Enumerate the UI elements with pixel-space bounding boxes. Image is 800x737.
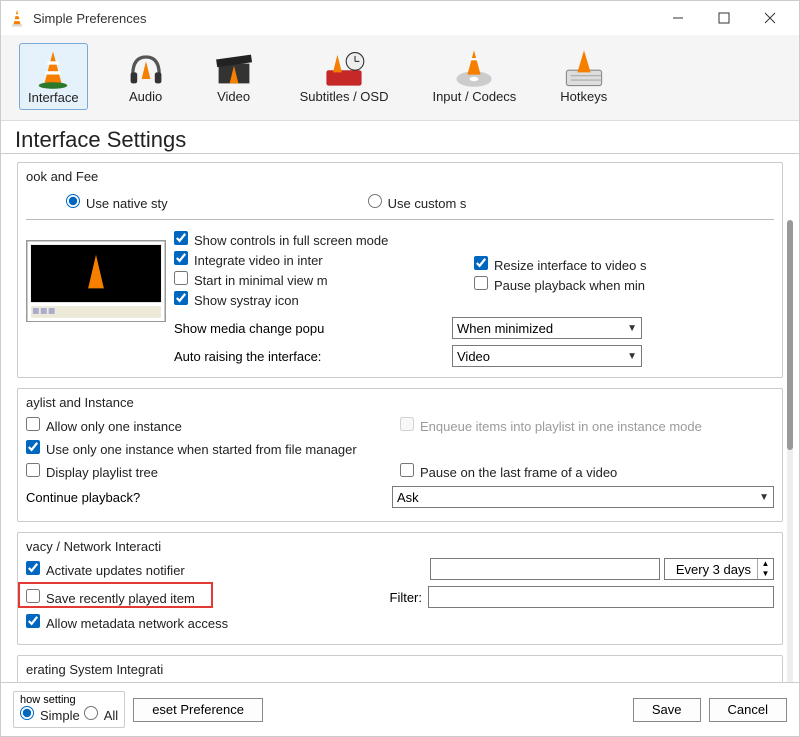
codecs-disc-icon [452,49,496,87]
check-resize-to-video[interactable]: Resize interface to video s [474,256,646,273]
radio-native-style[interactable]: Use native sty [66,194,168,211]
spin-update-interval[interactable]: Every 3 days ▲▼ [664,558,774,580]
radio-settings-simple[interactable]: Simple [20,706,80,723]
tab-interface[interactable]: Interface [19,43,88,110]
hotkeys-keyboard-icon [562,49,606,87]
preferences-window: Simple Preferences Interface Audio Video… [0,0,800,737]
label-media-change-popup: Show media change popu [174,321,452,336]
check-enqueue-items: Enqueue items into playlist in one insta… [400,417,702,434]
subtitles-clock-icon [322,49,366,87]
check-activate-updates[interactable]: Activate updates notifier [26,561,185,578]
group-playlist-instances: aylist and Instance Allow only one insta… [17,388,783,522]
vlc-cone-icon [7,8,27,28]
tab-hotkeys[interactable]: Hotkeys [552,43,615,110]
page-heading: Interface Settings [1,121,799,154]
window-title: Simple Preferences [33,11,655,26]
reset-preferences-button[interactable]: eset Preference [133,698,263,722]
interface-preview-thumbnail [26,240,166,322]
updates-blank-field[interactable] [430,558,660,580]
group-playlist-title: aylist and Instance [26,395,774,410]
chevron-down-icon: ▼ [627,351,637,362]
select-media-change-popup[interactable]: When minimized▼ [452,317,642,339]
group-privacy-network: vacy / Network Interacti Activate update… [17,532,783,645]
tab-hotkeys-label: Hotkeys [560,89,607,104]
scrollbar-thumb[interactable] [787,220,793,450]
input-recent-filter[interactable] [428,586,774,608]
label-show-settings: how setting [20,694,118,706]
check-start-minimal[interactable]: Start in minimal view m [174,271,328,288]
tab-video[interactable]: Video [204,43,264,110]
cancel-button[interactable]: Cancel [709,698,787,722]
tutorial-highlight-box [18,582,213,608]
tab-input-codecs-label: Input / Codecs [432,89,516,104]
group-privacy-title: vacy / Network Interacti [26,539,774,554]
settings-scroll-area: ook and Fee Use native sty Use custom s [1,154,799,682]
interface-cone-icon [31,50,75,88]
group-look-and-feel: ook and Fee Use native sty Use custom s [17,162,783,378]
save-button[interactable]: Save [633,698,701,722]
check-pause-minimized[interactable]: Pause playback when min [474,276,645,293]
video-clapper-icon [212,49,256,87]
tab-audio[interactable]: Audio [116,43,176,110]
select-continue-playback[interactable]: Ask▼ [392,486,774,508]
tab-subtitles[interactable]: Subtitles / OSD [292,43,397,110]
group-os-integration: erating System Integrati [17,655,783,682]
close-button[interactable] [747,3,793,33]
radio-settings-all[interactable]: All [84,706,118,723]
tab-interface-label: Interface [28,90,79,105]
group-look-title: ook and Fee [26,169,774,184]
dialog-button-bar: how setting Simple All eset Preference S… [1,682,799,736]
label-filter: Filter: [390,590,423,605]
label-continue-playback: Continue playback? [26,490,392,505]
check-metadata-network[interactable]: Allow metadata network access [26,614,228,631]
category-tabbar: Interface Audio Video Subtitles / OSD In… [1,35,799,121]
minimize-button[interactable] [655,3,701,33]
spin-up-icon[interactable]: ▲ [758,559,773,569]
tab-subtitles-label: Subtitles / OSD [300,89,389,104]
chevron-down-icon: ▼ [759,492,769,503]
spin-down-icon[interactable]: ▼ [758,569,773,579]
radio-custom-skin[interactable]: Use custom s [368,194,467,211]
audio-headphones-icon [124,49,168,87]
check-integrate-video[interactable]: Integrate video in inter [174,251,323,268]
check-show-fullscreen-controls[interactable]: Show controls in full screen mode [174,231,388,248]
label-auto-raising: Auto raising the interface: [174,349,452,364]
chevron-down-icon: ▼ [627,323,637,334]
check-one-instance-file-manager[interactable]: Use only one instance when started from … [26,440,357,457]
tab-input-codecs[interactable]: Input / Codecs [424,43,524,110]
vertical-scrollbar[interactable] [787,220,793,682]
tab-audio-label: Audio [129,89,162,104]
select-auto-raising[interactable]: Video▼ [452,345,642,367]
check-display-playlist-tree[interactable]: Display playlist tree [26,463,158,480]
titlebar: Simple Preferences [1,1,799,35]
group-os-title: erating System Integrati [26,662,774,677]
maximize-button[interactable] [701,3,747,33]
check-pause-last-frame[interactable]: Pause on the last frame of a video [400,463,617,480]
tab-video-label: Video [217,89,250,104]
check-systray-icon[interactable]: Show systray icon [174,291,299,308]
check-one-instance[interactable]: Allow only one instance [26,417,182,434]
